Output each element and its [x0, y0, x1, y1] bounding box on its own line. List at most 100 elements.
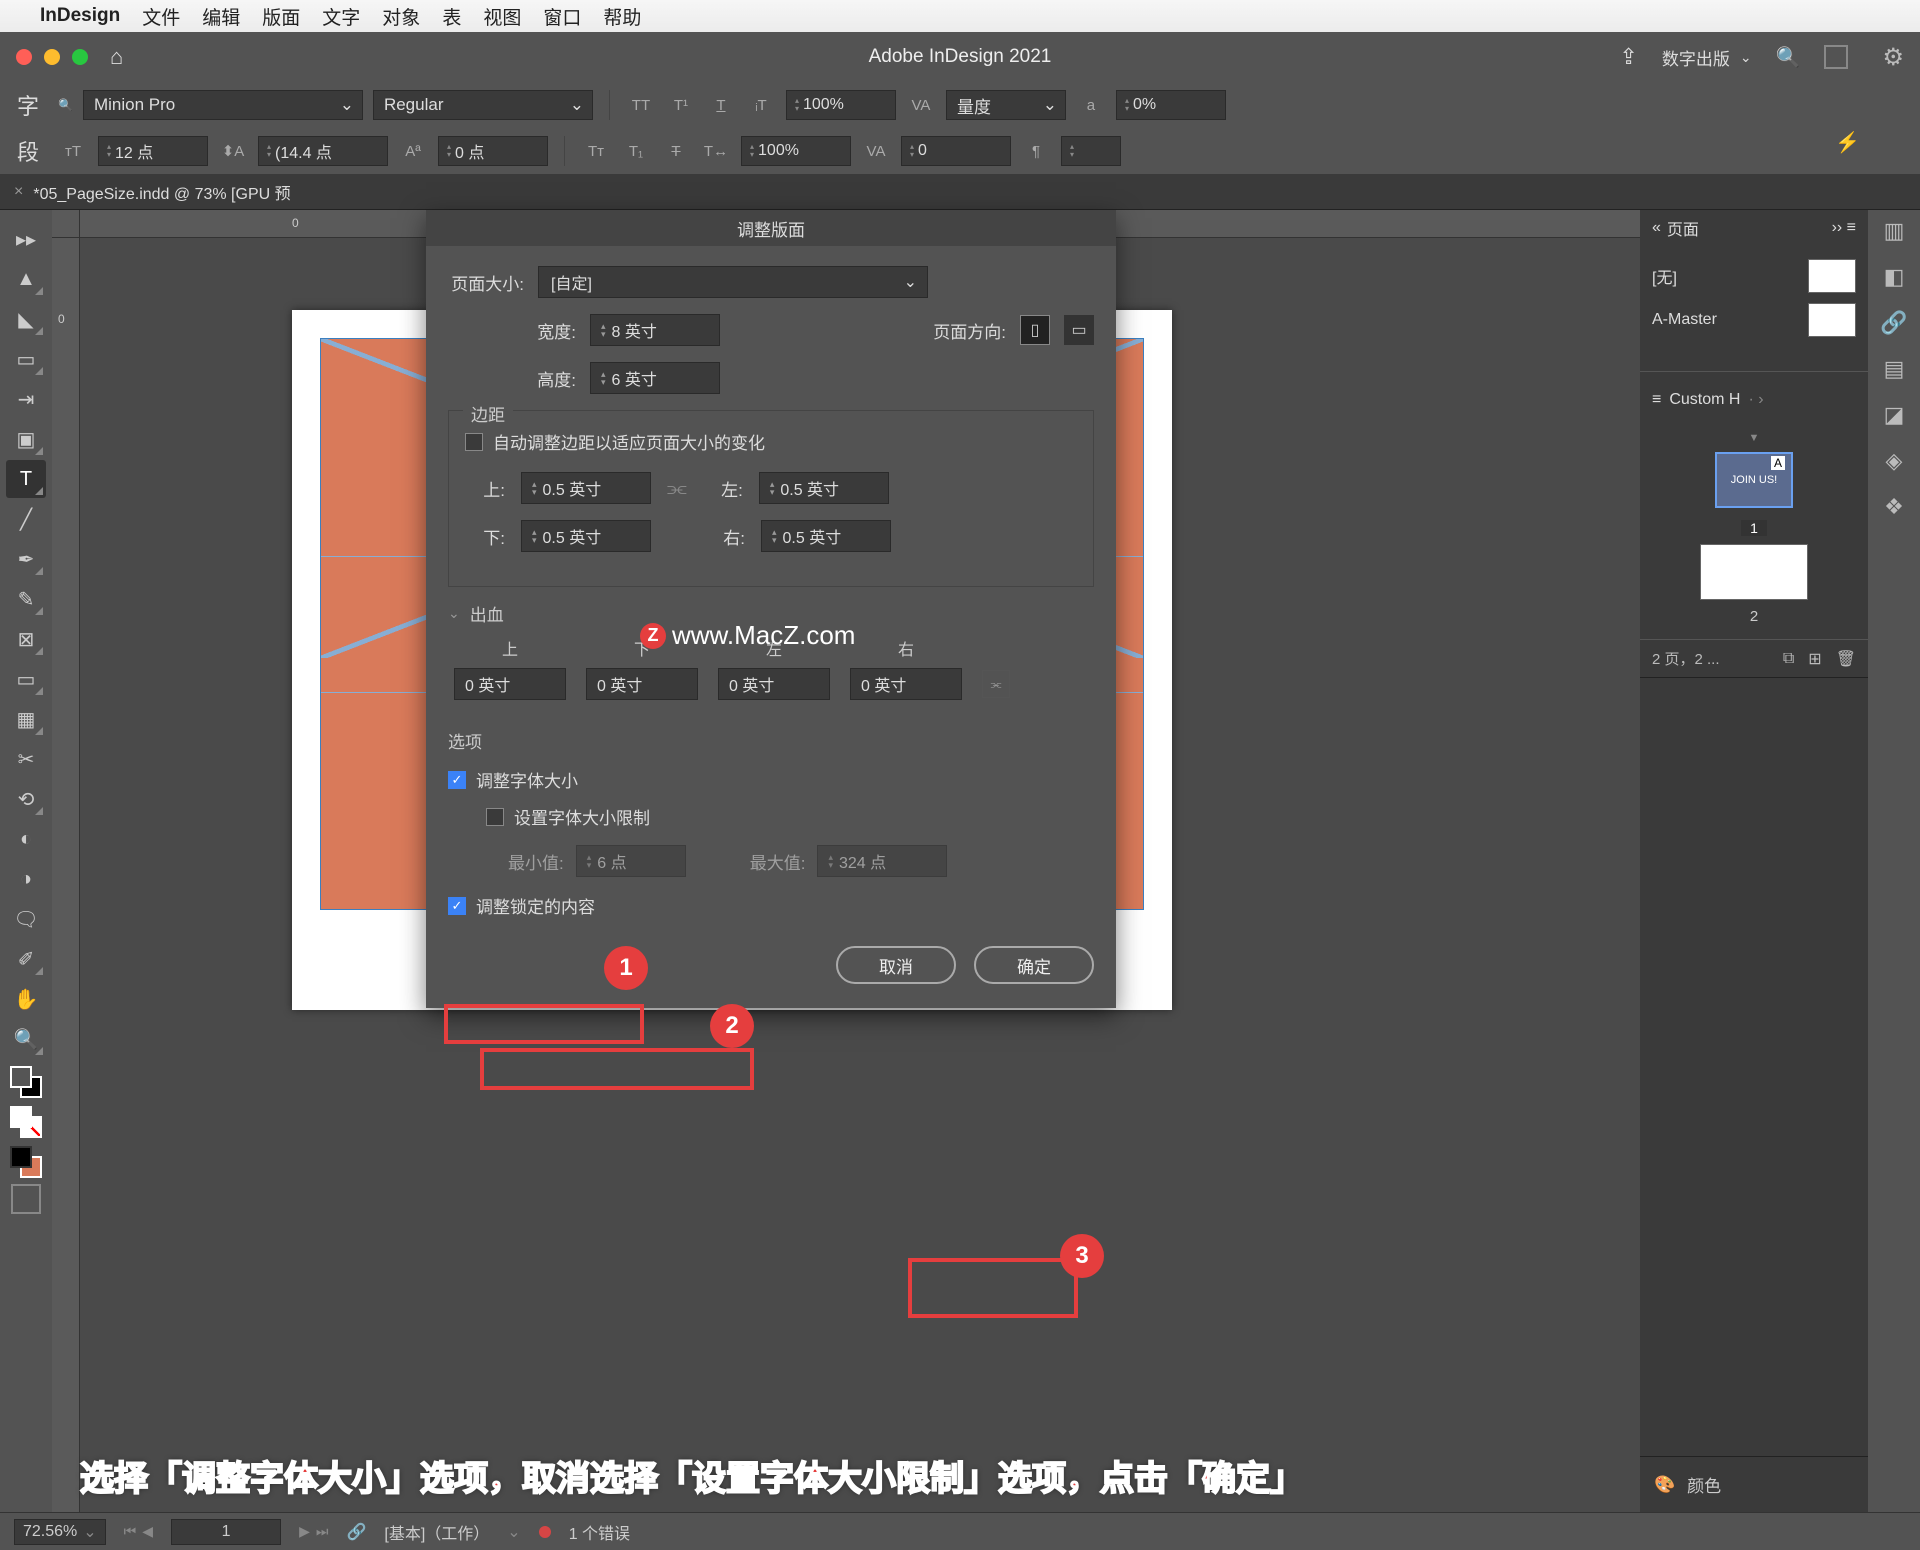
error-indicator-icon[interactable]: [539, 1526, 551, 1538]
stroke-dock-icon[interactable]: ▤: [1884, 356, 1905, 382]
linked-icon[interactable]: 🔗: [346, 1522, 366, 1542]
charstyle-icon[interactable]: a: [1076, 90, 1106, 120]
rectangle-frame-tool[interactable]: ⊠: [6, 620, 46, 658]
page-preset-dropdown[interactable]: ≡Custom H · ›: [1652, 378, 1856, 422]
bleed-right-input[interactable]: 0 英寸: [850, 668, 962, 700]
links-dock-icon[interactable]: 🔗: [1880, 310, 1907, 336]
gradient-swatch-tool[interactable]: ◐: [6, 820, 46, 858]
vscale-input[interactable]: ▴▾100%: [786, 90, 896, 120]
master-none[interactable]: [无]: [1652, 254, 1856, 298]
tracking-input[interactable]: ▴▾0: [901, 136, 1011, 166]
vertical-ruler[interactable]: 0: [52, 238, 80, 1512]
close-tab-icon[interactable]: ×: [14, 183, 23, 201]
page-number-field[interactable]: 1: [171, 1519, 281, 1545]
menu-type[interactable]: 文字: [322, 3, 360, 30]
ok-button[interactable]: 确定: [974, 946, 1094, 984]
menu-help[interactable]: 帮助: [603, 3, 641, 30]
vscale-icon[interactable]: ᵢT: [746, 90, 776, 120]
cancel-button[interactable]: 取消: [836, 946, 956, 984]
orientation-landscape[interactable]: ▭: [1064, 315, 1094, 345]
search-icon[interactable]: 🔍: [1776, 45, 1801, 70]
fill-stroke-swatch[interactable]: [10, 1066, 42, 1098]
settings-gear-icon[interactable]: ⚙: [1882, 43, 1904, 72]
bleed-bottom-input[interactable]: 0 英寸: [586, 668, 698, 700]
ruler-origin[interactable]: [52, 210, 80, 238]
more-dock-icon[interactable]: ❖: [1884, 494, 1904, 520]
selection-tool[interactable]: ▲: [6, 260, 46, 298]
pen-tool[interactable]: ✒: [6, 540, 46, 578]
grid-tool[interactable]: ▦: [6, 700, 46, 738]
maximize-window-button[interactable]: [72, 49, 88, 65]
document-tab[interactable]: × *05_PageSize.indd @ 73% [GPU 预: [14, 180, 291, 204]
orientation-portrait[interactable]: ▯: [1020, 315, 1050, 345]
pages-panel-title[interactable]: « 页面: [1652, 216, 1699, 240]
working-set-label[interactable]: [基本]（工作）: [384, 1520, 489, 1544]
menu-layout[interactable]: 版面: [262, 3, 300, 30]
delete-page-icon[interactable]: 🗑: [1836, 649, 1856, 669]
height-input[interactable]: ▴▾6 英寸: [590, 362, 720, 394]
edit-page-icon[interactable]: ⧉: [1783, 650, 1794, 668]
color-theme[interactable]: [10, 1146, 42, 1178]
search-font-icon[interactable]: 🔍: [58, 98, 73, 112]
margin-left-input[interactable]: ▴▾0.5 英寸: [759, 472, 889, 504]
font-style-select[interactable]: Regular: [373, 90, 593, 120]
underline-icon[interactable]: T: [706, 90, 736, 120]
page-nav-fwd[interactable]: ▶⏭: [299, 1523, 328, 1540]
home-icon[interactable]: ⌂: [110, 44, 123, 70]
rectangle-tool[interactable]: ▭: [6, 660, 46, 698]
transform-tool[interactable]: ⟲: [6, 780, 46, 818]
pencil-tool[interactable]: ✎: [6, 580, 46, 618]
new-page-icon[interactable]: ⊞: [1808, 649, 1821, 669]
leading-input[interactable]: ▴▾(14.4 点: [258, 136, 388, 166]
color-dock-icon[interactable]: ◪: [1884, 402, 1905, 428]
share-icon[interactable]: ⇪: [1619, 44, 1637, 70]
margin-right-input[interactable]: ▴▾0.5 英寸: [761, 520, 891, 552]
expand-toolbox-icon[interactable]: ▸▸: [6, 220, 46, 258]
zoom-select[interactable]: 72.56% ⌄: [14, 1519, 106, 1545]
kerning-select[interactable]: 量度: [946, 90, 1066, 120]
menu-edit[interactable]: 编辑: [202, 3, 240, 30]
percent-input[interactable]: ▴▾0%: [1116, 90, 1226, 120]
menu-window[interactable]: 窗口: [543, 3, 581, 30]
para-tab[interactable]: 段: [8, 135, 48, 167]
menu-object[interactable]: 对象: [382, 3, 420, 30]
page-thumbnail-1[interactable]: AJOIN US!: [1715, 452, 1793, 508]
direct-selection-tool[interactable]: ◣: [6, 300, 46, 338]
font-size-limit-checkbox[interactable]: 设置字体大小限制: [486, 804, 1094, 829]
hand-tool[interactable]: ✋: [6, 980, 46, 1018]
menu-table[interactable]: 表: [442, 3, 461, 30]
note-tool[interactable]: 🗨: [6, 900, 46, 938]
page-size-select[interactable]: [自定]: [538, 266, 928, 298]
scissors-tool[interactable]: ✂: [6, 740, 46, 778]
adjust-font-size-checkbox[interactable]: ✓ 调整字体大小: [448, 767, 1094, 792]
errors-label[interactable]: 1 个错误: [569, 1520, 630, 1544]
extra-input[interactable]: ▴▾: [1061, 136, 1121, 166]
swatches-dock-icon[interactable]: ◈: [1886, 448, 1903, 474]
view-mode-icon[interactable]: [11, 1184, 41, 1214]
font-family-select[interactable]: Minion Pro: [83, 90, 363, 120]
subscript-icon[interactable]: T₁: [621, 136, 651, 166]
gap-tool[interactable]: ⇥: [6, 380, 46, 418]
kerning-icon[interactable]: VA: [906, 90, 936, 120]
app-name[interactable]: InDesign: [40, 5, 120, 27]
adjust-locked-checkbox[interactable]: ✓ 调整锁定的内容: [448, 893, 1094, 918]
arrange-button[interactable]: [1824, 45, 1848, 69]
bleed-top-input[interactable]: 0 英寸: [454, 668, 566, 700]
layers-dock-icon[interactable]: ◧: [1884, 264, 1905, 290]
eyedropper-tool[interactable]: ✐: [6, 940, 46, 978]
line-tool[interactable]: ╱: [6, 500, 46, 538]
bolt-icon[interactable]: ⚡: [1835, 130, 1860, 155]
link-margins-icon[interactable]: ⫘: [667, 475, 687, 501]
allcaps-icon[interactable]: TT: [626, 90, 656, 120]
link-bleed-icon[interactable]: ⫘: [982, 670, 1010, 698]
width-input[interactable]: ▴▾8 英寸: [590, 314, 720, 346]
content-collector-tool[interactable]: ▣: [6, 420, 46, 458]
close-window-button[interactable]: [16, 49, 32, 65]
gradient-feather-tool[interactable]: ◑: [6, 860, 46, 898]
char-tab[interactable]: 字: [8, 89, 48, 121]
hscale-icon[interactable]: T↔: [701, 136, 731, 166]
default-colors[interactable]: [10, 1106, 42, 1138]
menu-view[interactable]: 视图: [483, 3, 521, 30]
margin-bottom-input[interactable]: ▴▾0.5 英寸: [521, 520, 651, 552]
minimize-window-button[interactable]: [44, 49, 60, 65]
